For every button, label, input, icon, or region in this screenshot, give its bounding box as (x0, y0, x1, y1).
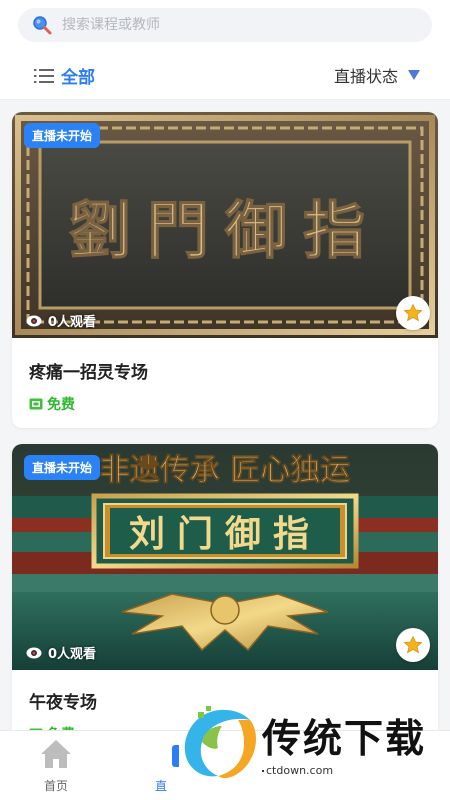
triangle-down-icon (408, 70, 420, 80)
course-list: 劉門御指 直播未开始 0人观看 疼痛一招灵专场 免费 非遗传承 匠心独运 刘门御… (0, 100, 450, 800)
eye-icon (26, 315, 42, 326)
nav-home[interactable]: 首页 (16, 737, 96, 794)
all-filter-label: 全部 (61, 68, 95, 88)
viewer-count: 0人观看 (26, 643, 96, 662)
live-status-label: 直播状态 (333, 67, 398, 86)
search-bar[interactable] (18, 8, 432, 42)
nav-home-label: 首页 (43, 779, 68, 793)
course-title: 午夜专场 (29, 693, 97, 713)
watermark: 传统下载 ctdown.com (178, 702, 428, 792)
star-icon (403, 635, 423, 654)
plaque-text: 刘门御指 (129, 513, 321, 555)
live-status-dropdown[interactable]: 直播状态 (334, 63, 420, 87)
live-icon (172, 745, 179, 767)
search-header (0, 0, 450, 50)
plaque-text: 劉門御指 (69, 194, 381, 267)
star-icon (403, 303, 423, 322)
search-input[interactable] (62, 17, 382, 33)
course-thumbnail: 非遗传承 匠心独运 刘门御指 直播未开始 0人观看 (12, 444, 438, 670)
all-filter-button[interactable]: 全部 (33, 63, 95, 88)
home-icon (41, 740, 71, 768)
course-price-label: 免费 (47, 397, 75, 413)
search-icon (33, 16, 52, 35)
list-icon (34, 68, 54, 83)
course-card[interactable]: 劉門御指 直播未开始 0人观看 疼痛一招灵专场 免费 (12, 112, 438, 428)
course-title: 疼痛一招灵专场 (29, 363, 148, 383)
filter-bar: 全部 直播状态 (0, 50, 450, 100)
watermark-text: 传统下载 (262, 717, 427, 762)
ticket-icon (29, 398, 43, 410)
favorite-button[interactable] (396, 628, 430, 662)
favorite-button[interactable] (396, 296, 430, 330)
live-status-badge: 直播未开始 (24, 455, 101, 480)
viewer-count-label: 0人观看 (48, 315, 97, 330)
watermark-url: ctdown.com (266, 764, 334, 777)
watermark-logo-icon (184, 706, 256, 779)
banner-text: 非遗传承 匠心独运 (100, 453, 350, 488)
viewer-count-label: 0人观看 (48, 647, 97, 662)
viewer-count: 0人观看 (26, 311, 96, 330)
course-price: 免费 (29, 394, 75, 414)
eye-icon (26, 647, 42, 658)
course-thumbnail: 劉門御指 直播未开始 0人观看 (12, 112, 438, 338)
live-status-badge: 直播未开始 (24, 123, 101, 148)
